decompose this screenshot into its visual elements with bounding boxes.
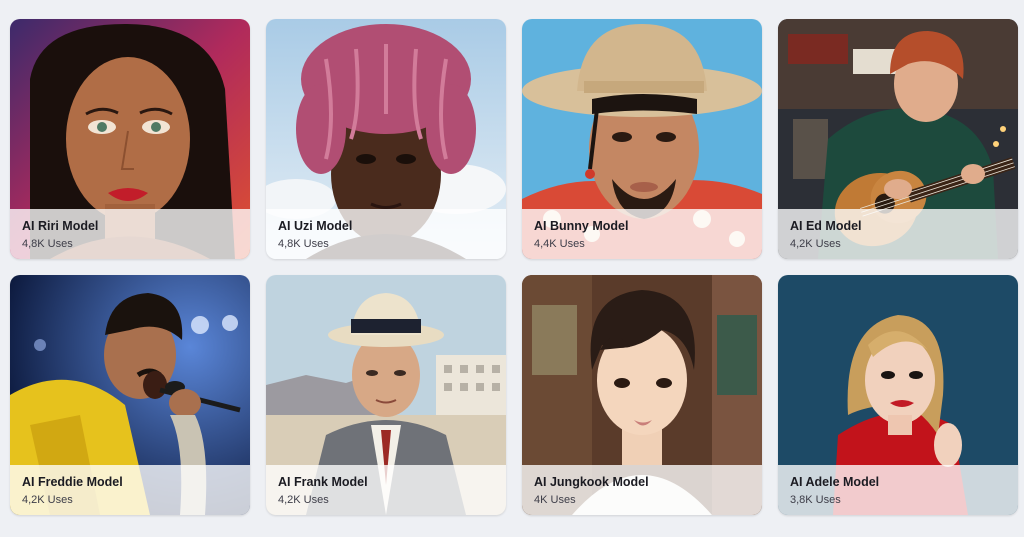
- model-caption: AI Uzi Model 4,8K Uses: [266, 209, 506, 259]
- model-caption: AI Jungkook Model 4K Uses: [522, 465, 762, 515]
- model-title: AI Ed Model: [790, 219, 862, 233]
- model-title: AI Riri Model: [22, 219, 99, 233]
- model-title: AI Freddie Model: [22, 475, 123, 489]
- model-uses-count: 4,8K Uses: [278, 238, 329, 250]
- model-caption: AI Ed Model 4,2K Uses: [778, 209, 1018, 259]
- model-card-adele[interactable]: AI Adele Model 3,8K Uses: [778, 275, 1018, 515]
- model-uses-count: 4,4K Uses: [534, 238, 585, 250]
- model-uses-count: 4,2K Uses: [790, 238, 841, 250]
- model-uses-count: 4K Uses: [534, 494, 576, 506]
- model-caption: AI Adele Model 3,8K Uses: [778, 465, 1018, 515]
- model-title: AI Uzi Model: [278, 219, 353, 233]
- model-card-uzi[interactable]: AI Uzi Model 4,8K Uses: [266, 19, 506, 259]
- model-caption: AI Freddie Model 4,2K Uses: [10, 465, 250, 515]
- model-card-riri[interactable]: AI Riri Model 4,8K Uses: [10, 19, 250, 259]
- model-card-bunny[interactable]: AI Bunny Model 4,4K Uses: [522, 19, 762, 259]
- model-card-frank[interactable]: AI Frank Model 4,2K Uses: [266, 275, 506, 515]
- model-grid: AI Riri Model 4,8K Uses AI Uzi Model 4,8…: [10, 19, 1018, 515]
- model-card-ed[interactable]: AI Ed Model 4,2K Uses: [778, 19, 1018, 259]
- model-card-jungkook[interactable]: AI Jungkook Model 4K Uses: [522, 275, 762, 515]
- model-uses-count: 4,2K Uses: [22, 494, 73, 506]
- model-title: AI Frank Model: [278, 475, 368, 489]
- model-title: AI Bunny Model: [534, 219, 629, 233]
- model-caption: AI Riri Model 4,8K Uses: [10, 209, 250, 259]
- model-title: AI Jungkook Model: [534, 475, 649, 489]
- model-card-freddie[interactable]: AI Freddie Model 4,2K Uses: [10, 275, 250, 515]
- model-uses-count: 4,8K Uses: [22, 238, 73, 250]
- model-uses-count: 4,2K Uses: [278, 494, 329, 506]
- model-title: AI Adele Model: [790, 475, 880, 489]
- model-caption: AI Frank Model 4,2K Uses: [266, 465, 506, 515]
- model-caption: AI Bunny Model 4,4K Uses: [522, 209, 762, 259]
- model-uses-count: 3,8K Uses: [790, 494, 841, 506]
